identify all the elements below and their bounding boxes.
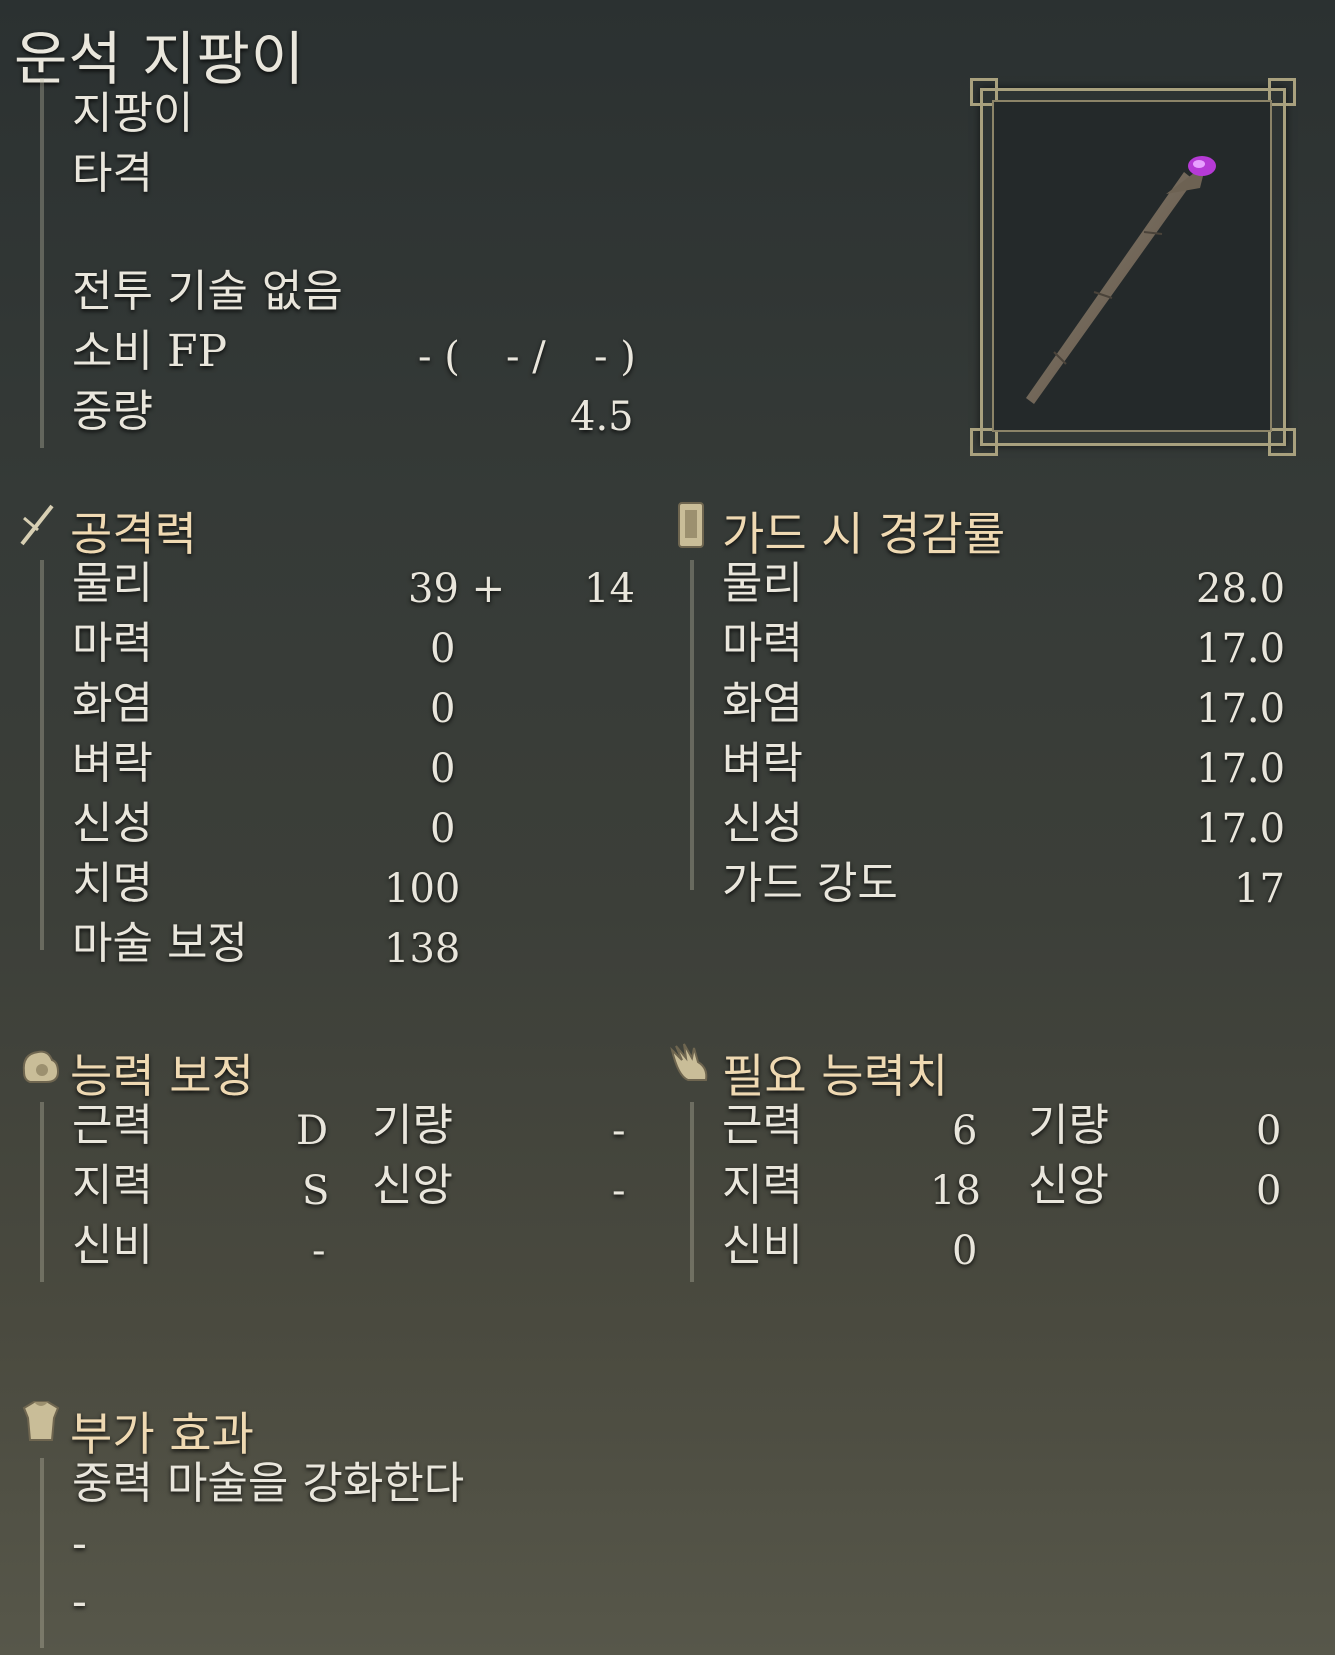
attack-value: 39 + (408, 566, 506, 612)
guard-label: 벼락 (722, 738, 803, 789)
hand-icon (668, 1040, 714, 1090)
attack-value: 0 (430, 746, 456, 792)
effects-bar (40, 1458, 44, 1648)
req-label-2: 신앙 (1028, 1160, 1109, 1211)
attack-type: 타격 (72, 148, 153, 199)
weight-value: 4.5 (570, 394, 634, 440)
attack-value: 0 (430, 806, 456, 852)
requirements-header: 필요 능력치 (722, 1049, 949, 1103)
guard-label: 화염 (722, 678, 803, 729)
item-title: 운석 지팡이 (14, 25, 306, 93)
attack-value: 0 (430, 626, 456, 672)
attack-value: 0 (430, 686, 456, 732)
fp-label: 소비 FP (72, 326, 228, 377)
scaling-label-2: 신앙 (372, 1160, 453, 1211)
fp-value-2: - / (506, 334, 546, 380)
effect-line: - (72, 1518, 87, 1569)
attack-value: 138 (384, 926, 461, 972)
scaling-value-2: - (612, 1108, 626, 1154)
skill-name: 전투 기술 없음 (72, 266, 343, 317)
attack-label: 마술 보정 (72, 918, 248, 969)
attack-label: 신성 (72, 798, 153, 849)
req-label: 신비 (722, 1220, 803, 1271)
req-label: 근력 (722, 1100, 803, 1151)
req-value-2: 0 (1256, 1108, 1282, 1154)
scaling-value-2: - (612, 1168, 626, 1214)
attack-header: 공격력 (70, 507, 197, 561)
attack-label: 물리 (72, 558, 153, 609)
guard-bar (690, 560, 694, 890)
item-type: 지팡이 (72, 88, 194, 139)
attack-label: 화염 (72, 678, 153, 729)
fp-value-1: - ( (418, 334, 460, 380)
guard-label: 가드 강도 (722, 858, 898, 909)
req-value: 18 (930, 1168, 981, 1214)
weight-label: 중량 (72, 386, 153, 437)
scaling-label: 근력 (72, 1100, 153, 1151)
scaling-value: D (296, 1108, 329, 1154)
scaling-bar (40, 1102, 44, 1282)
attack-label: 마력 (72, 618, 153, 669)
item-image (992, 100, 1272, 432)
scaling-label-2: 기량 (372, 1100, 453, 1151)
req-label: 지력 (722, 1160, 803, 1211)
arm-icon (18, 1042, 64, 1092)
req-value-2: 0 (1256, 1168, 1282, 1214)
scaling-label: 지력 (72, 1160, 153, 1211)
req-label-2: 기량 (1028, 1100, 1109, 1151)
guard-value: 17.0 (1196, 746, 1286, 792)
guard-label: 물리 (722, 558, 803, 609)
guard-value: 17.0 (1196, 626, 1286, 672)
scaling-header: 능력 보정 (70, 1049, 254, 1103)
effect-line: 중력 마술을 강화한다 (72, 1458, 465, 1509)
scaling-value: S (302, 1168, 330, 1214)
info-bar (40, 78, 44, 448)
attack-label: 치명 (72, 858, 153, 909)
attack-label: 벼락 (72, 738, 153, 789)
fp-value-3: - ) (594, 334, 636, 380)
shield-icon (676, 500, 706, 554)
attack-extra: 14 (584, 566, 635, 612)
guard-value: 17 (1234, 866, 1285, 912)
req-value: 6 (952, 1108, 978, 1154)
attack-bar (40, 560, 44, 950)
req-value: 0 (952, 1228, 978, 1274)
effect-line: - (72, 1576, 87, 1627)
guard-label: 신성 (722, 798, 803, 849)
staff-image (1026, 156, 1216, 404)
scaling-value: - (312, 1228, 326, 1274)
frame-corner (1268, 78, 1296, 106)
guard-header: 가드 시 경감률 (722, 507, 1006, 561)
armor-icon (18, 1398, 64, 1448)
effects-header: 부가 효과 (70, 1407, 254, 1461)
guard-value: 17.0 (1196, 806, 1286, 852)
guard-value: 28.0 (1196, 566, 1286, 612)
frame-corner (1268, 428, 1296, 456)
guard-value: 17.0 (1196, 686, 1286, 732)
scaling-label: 신비 (72, 1220, 153, 1271)
sword-icon (18, 500, 58, 552)
attack-value: 100 (384, 866, 461, 912)
guard-label: 마력 (722, 618, 803, 669)
requirements-bar (690, 1102, 694, 1282)
